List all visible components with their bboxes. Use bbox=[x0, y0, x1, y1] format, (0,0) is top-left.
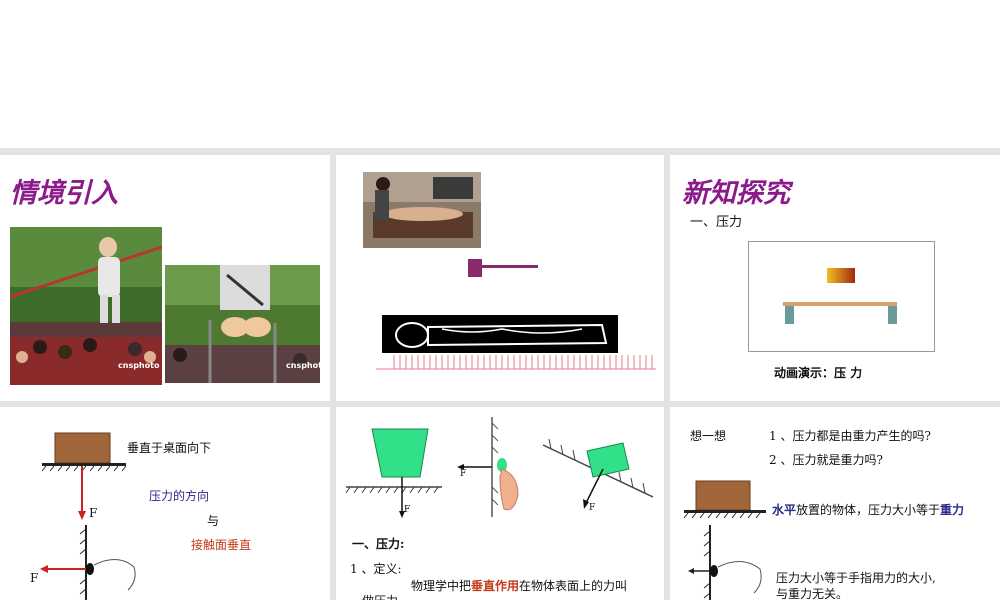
force-label: F bbox=[404, 505, 411, 515]
hammer-icon bbox=[468, 259, 538, 277]
force-label: F bbox=[589, 503, 596, 513]
think-label: 想一想 bbox=[690, 429, 727, 443]
hand-statement-1: 压力大小等于手指用力的大小, bbox=[776, 571, 936, 585]
hand-pressing-wall-diagram bbox=[688, 525, 762, 600]
horizontal-mid: 放置的物体，压力大小等于 bbox=[796, 503, 941, 517]
trapezoid-block-diagram bbox=[345, 428, 442, 518]
slide-think-about-it[interactable]: 想一想 1 、压力都是由重力产生的吗? 2 、压力就是重力吗? 水平放置的物体，… bbox=[670, 407, 1000, 600]
force-label: F bbox=[30, 571, 39, 585]
force-label: F bbox=[89, 506, 98, 520]
gravity-word: 重力 bbox=[940, 503, 965, 517]
block-on-incline-diagram bbox=[542, 438, 654, 509]
vertical-down-text: 垂直于桌面向下 bbox=[127, 441, 212, 455]
block-on-table-diagram bbox=[683, 480, 766, 519]
pressure-animation-box[interactable] bbox=[748, 241, 936, 353]
question-2: 2 、压力就是重力吗? bbox=[769, 453, 883, 467]
photo-man-on-nail-bed bbox=[363, 172, 481, 248]
horizontal-statement: 水平放置的物体，压力大小等于重力 bbox=[772, 501, 964, 518]
section-heading: 一、压力: bbox=[352, 537, 405, 551]
animation-caption: 动画演示：压 力 bbox=[774, 366, 863, 380]
slide-pressure-definition[interactable]: F F F 一、压力: 1 、定义: 物理学中把垂直作用在物体表面上的力叫 做压… bbox=[336, 407, 664, 600]
force-label: F bbox=[460, 469, 467, 479]
perpendicular-text: 接触面垂直 bbox=[191, 538, 252, 552]
finger-on-wall-diagram bbox=[457, 417, 519, 517]
hand-pressing-wall-diagram bbox=[40, 525, 136, 600]
slide-new-knowledge[interactable]: 新知探究 一、压力 动画演示：压 力 bbox=[670, 155, 1000, 401]
nail-row bbox=[376, 355, 656, 370]
slide-title: 情境引入 bbox=[10, 178, 118, 209]
slide-nail-bed[interactable] bbox=[336, 155, 664, 401]
question-1: 1 、压力都是由重力产生的吗? bbox=[769, 429, 931, 443]
slide-force-direction[interactable]: F 垂直于桌面向下 压力的方向 与 接触面垂直 F bbox=[0, 407, 330, 600]
definition-post: 在物体表面上的力叫 bbox=[519, 579, 628, 593]
watermark: cnsphoto bbox=[286, 361, 328, 370]
definition-pre: 物理学中把 bbox=[411, 579, 472, 593]
definition-highlight: 垂直作用 bbox=[471, 579, 520, 593]
hand-statement-2: 与重力无关。 bbox=[776, 587, 849, 600]
definition-label: 1 、定义: bbox=[350, 562, 402, 576]
slide-scenario-intro[interactable]: 情境引入 cnsphoto cnsphoto bbox=[0, 155, 330, 401]
section-heading: 一、压力 bbox=[690, 215, 743, 230]
horizontal-word: 水平 bbox=[772, 503, 797, 517]
slide-title: 新知探究 bbox=[682, 178, 790, 209]
definition-line: 物理学中把垂直作用在物体表面上的力叫 bbox=[411, 577, 627, 594]
direction-text: 压力的方向 bbox=[149, 489, 210, 503]
block-on-table-diagram bbox=[41, 432, 127, 520]
watermark: cnsphoto bbox=[118, 361, 160, 370]
and-text: 与 bbox=[207, 514, 220, 528]
definition-line-2: 做压力 bbox=[362, 592, 398, 600]
